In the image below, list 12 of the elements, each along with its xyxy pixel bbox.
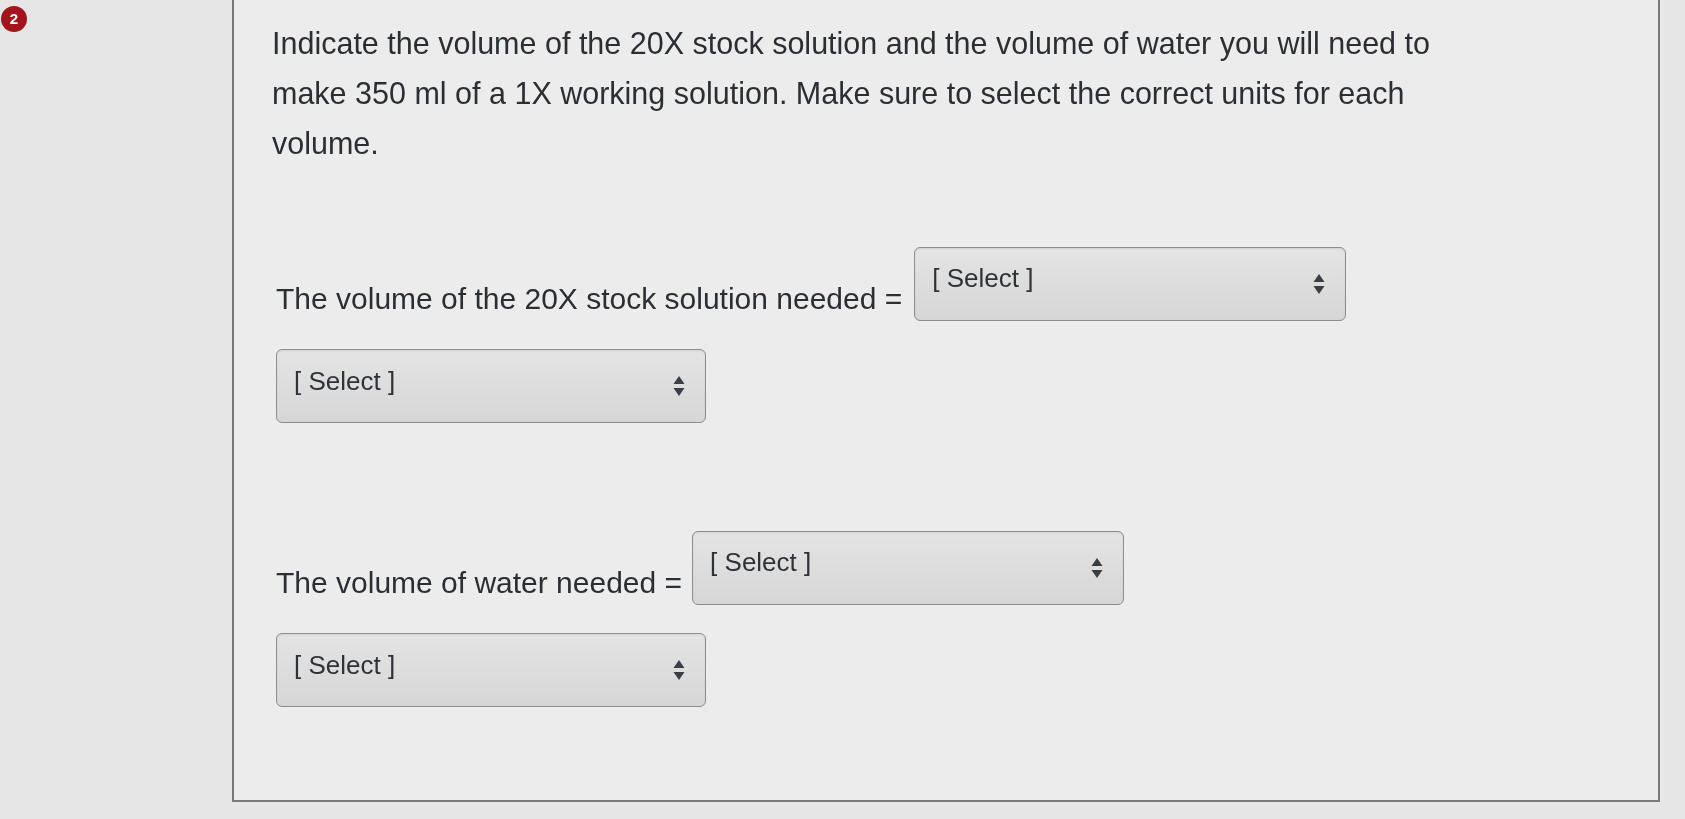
up-down-caret-icon bbox=[673, 375, 685, 397]
blank-label: The volume of water needed = bbox=[275, 565, 683, 601]
up-down-caret-icon bbox=[673, 659, 685, 681]
question-number-badge: 2 bbox=[1, 6, 27, 32]
blank-label: The volume of the 20X stock solution needed = bbox=[275, 281, 903, 317]
dropdown-select[interactable]: [ Select ] bbox=[692, 530, 1125, 605]
dropdown-select[interactable]: [ Select ] bbox=[914, 246, 1347, 321]
up-down-caret-icon bbox=[1091, 556, 1104, 579]
dropdown-select[interactable]: [ Select ] bbox=[276, 633, 706, 707]
dropdown-select[interactable]: [ Select ] bbox=[276, 349, 706, 423]
up-down-caret-icon bbox=[1313, 272, 1326, 295]
question-prompt: Indicate the volume of the 20X stock solution and the volume of water you will need to make 350 ml of a 1X working solution. Make sure to select the correct units for each volume. bbox=[272, 25, 1431, 162]
